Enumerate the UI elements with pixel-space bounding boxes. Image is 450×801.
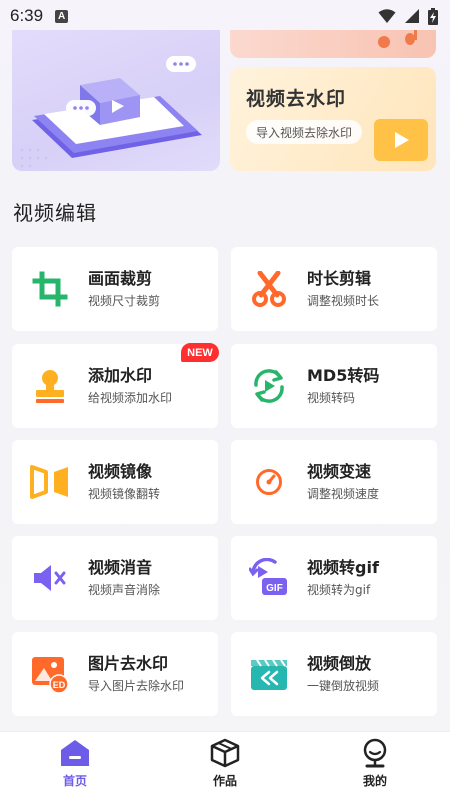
nav-works[interactable]: 作品 [185, 738, 265, 798]
tool-subtitle: 一键倒放视频 [307, 678, 380, 693]
mirror-icon [12, 440, 88, 524]
svg-text:GIF: GIF [266, 583, 283, 594]
tool-title: 视频变速 [307, 461, 372, 481]
tool-subtitle: 导入图片去除水印 [88, 678, 185, 693]
tool-title: MD5转码 [307, 365, 380, 385]
rewind-clapper-icon [231, 632, 307, 716]
tool-title: 时长剪辑 [307, 268, 372, 288]
nav-home-label: 首页 [62, 774, 87, 788]
tool-card-mute[interactable]: 视频消音 视频声音消除 [12, 536, 218, 620]
wifi-icon [378, 9, 396, 23]
tool-card-md5[interactable]: MD5转码 视频转码 [231, 344, 437, 428]
status-time: 6:39 [10, 6, 44, 25]
tool-subtitle: 视频镜像翻转 [88, 486, 161, 501]
svg-text:ED: ED [53, 680, 66, 690]
tool-subtitle: 视频声音消除 [88, 582, 161, 597]
tool-title: 图片去水印 [88, 653, 169, 673]
tool-title: 视频镜像 [88, 461, 153, 481]
speedometer-icon [231, 440, 307, 524]
battery-icon [428, 7, 438, 25]
tool-title: 视频倒放 [307, 653, 372, 673]
status-bar: 6:39 A [0, 0, 450, 32]
tool-card-reverse[interactable]: 视频倒放 一键倒放视频 [231, 632, 437, 716]
scissors-icon [231, 247, 307, 331]
tool-title: 添加水印 [88, 365, 153, 385]
section-title: 视频编辑 [13, 201, 97, 225]
new-badge: NEW [181, 343, 219, 362]
nav-mine[interactable]: 我的 [335, 738, 415, 798]
banner-title: 视频去水印 [246, 88, 347, 110]
tool-card-speed[interactable]: 视频变速 调整视频速度 [231, 440, 437, 524]
nav-home[interactable]: 首页 [35, 738, 115, 798]
music-note-icon [378, 30, 417, 48]
home-icon [61, 740, 89, 766]
tool-card-image-watermark[interactable]: ED 图片去水印 导入图片去除水印 [12, 632, 218, 716]
crop-icon [12, 247, 88, 331]
tool-subtitle: 调整视频速度 [307, 486, 380, 501]
refresh-play-icon [231, 344, 307, 428]
tool-subtitle: 视频转为gif [307, 582, 371, 597]
tool-card-gif[interactable]: GIF 视频转gif 视频转为gif [231, 536, 437, 620]
signal-icon [405, 9, 419, 23]
tool-card-mirror[interactable]: 视频镜像 视频镜像翻转 [12, 440, 218, 524]
banner-subtitle: 导入视频去除水印 [246, 120, 363, 144]
tool-title: 视频消音 [88, 557, 153, 577]
banner-music[interactable] [230, 30, 436, 58]
box-icon [210, 738, 240, 768]
banner-video-illustration[interactable] [12, 30, 220, 171]
tool-subtitle: 调整视频时长 [307, 293, 380, 308]
image-erase-icon: ED [12, 632, 88, 716]
bottom-nav: 首页 作品 我的 [0, 731, 450, 801]
tool-subtitle: 给视频添加水印 [88, 390, 173, 405]
tool-subtitle: 视频尺寸裁剪 [88, 293, 161, 308]
mute-icon [12, 536, 88, 620]
nav-works-label: 作品 [212, 774, 237, 788]
tool-card-crop[interactable]: 画面裁剪 视频尺寸裁剪 [12, 247, 218, 331]
play-icon [374, 119, 428, 161]
stamp-icon [12, 344, 88, 428]
tool-card-trim[interactable]: 时长剪辑 调整视频时长 [231, 247, 437, 331]
nav-mine-label: 我的 [362, 774, 387, 788]
tool-subtitle: 视频转码 [307, 390, 356, 405]
tool-title: 视频转gif [307, 557, 379, 577]
banner-video-watermark[interactable]: 视频去水印 导入视频去除水印 [230, 67, 436, 171]
profile-icon [363, 738, 387, 768]
gif-icon: GIF [231, 536, 307, 620]
tool-title: 画面裁剪 [88, 268, 153, 288]
notification-a-icon: A [55, 9, 69, 23]
phone-illustration-icon [20, 56, 202, 168]
